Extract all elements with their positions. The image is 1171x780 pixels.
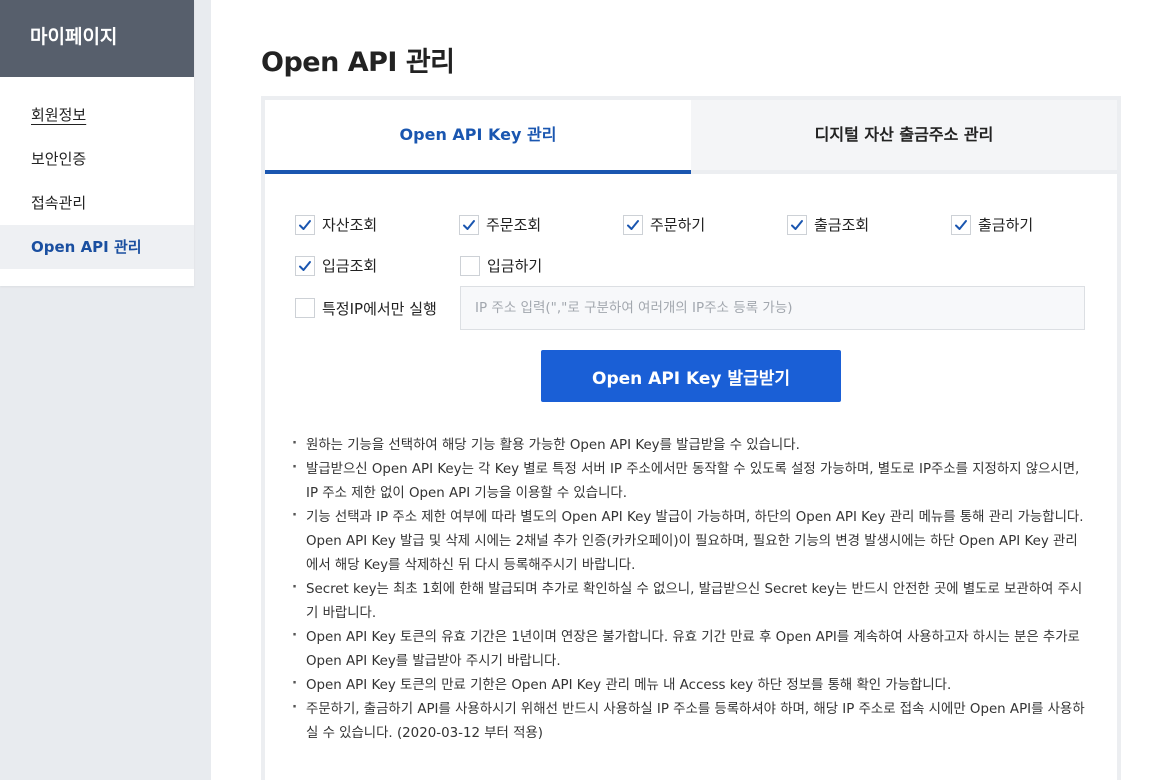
- tab-open-api-key[interactable]: Open API Key 관리: [265, 100, 691, 174]
- notice-item: 주문하기, 출금하기 API를 사용하시기 위해선 반드시 사용하실 IP 주소…: [292, 696, 1088, 746]
- checkbox-label: 입금하기: [487, 257, 543, 275]
- notice-item: 원하는 기능을 선택하여 해당 기능 활용 가능한 Open API Key를 …: [292, 432, 1088, 458]
- checkbox-box[interactable]: [787, 214, 807, 235]
- checkbox-asset-view[interactable]: 자산조회: [295, 214, 459, 235]
- sidebar-item-security[interactable]: 보안인증: [0, 137, 194, 181]
- sidebar-nav: 회원정보 보안인증 접속관리 Open API 관리: [0, 77, 194, 269]
- notice-item: 발급받으신 Open API Key는 각 Key 별로 특정 서버 IP 주소…: [292, 456, 1088, 506]
- sidebar-item-member-info[interactable]: 회원정보: [0, 93, 194, 137]
- sidebar-item-access[interactable]: 접속관리: [0, 181, 194, 225]
- checkbox-label: 자산조회: [322, 216, 378, 234]
- main-panel: Open API 관리 Open API Key 관리 디지털 자산 출금주소 …: [211, 0, 1171, 780]
- notice-item: Secret key는 최초 1회에 한해 발급되며 추가로 확인하실 수 없으…: [292, 576, 1088, 626]
- tab-bar: Open API Key 관리 디지털 자산 출금주소 관리: [265, 100, 1117, 174]
- checkbox-box[interactable]: [951, 214, 971, 235]
- sidebar-item-label: 보안인증: [31, 150, 87, 168]
- checkmark-icon: [627, 219, 639, 230]
- checkmark-icon: [791, 219, 803, 230]
- checkbox-label: 주문조회: [486, 216, 542, 234]
- checkmark-icon: [955, 219, 967, 230]
- ip-restriction-row: 특정IP에서만 실행: [295, 286, 1085, 330]
- checkbox-label: 입금조회: [322, 257, 378, 275]
- checkmark-icon: [463, 219, 475, 230]
- checkbox-box[interactable]: [295, 255, 315, 276]
- tab-withdrawal-address[interactable]: 디지털 자산 출금주소 관리: [691, 100, 1117, 174]
- checkbox-box[interactable]: [295, 298, 315, 318]
- checkbox-box[interactable]: [459, 214, 479, 235]
- checkbox-label: 출금조회: [814, 216, 870, 234]
- checkmark-icon: [299, 219, 311, 230]
- notice-item: 기능 선택과 IP 주소 제한 여부에 따라 별도의 Open API Key …: [292, 504, 1088, 578]
- checkbox-ip-restriction[interactable]: 특정IP에서만 실행: [295, 298, 460, 319]
- issue-api-key-button[interactable]: Open API Key 발급받기: [541, 350, 841, 402]
- sidebar-title: 마이페이지: [0, 0, 194, 77]
- checkbox-withdraw-view[interactable]: 출금조회: [787, 214, 951, 235]
- sidebar-item-label: 접속관리: [31, 194, 87, 212]
- checkbox-withdraw[interactable]: 출금하기: [951, 214, 1115, 235]
- permission-row: 자산조회 주문조회 주문하기 출금조회 출금하기: [295, 204, 1115, 245]
- permission-row: 입금조회 입금하기: [295, 245, 1115, 286]
- checkbox-box[interactable]: [460, 255, 480, 276]
- page-title: Open API 관리: [261, 47, 455, 78]
- checkbox-label: 출금하기: [978, 216, 1034, 234]
- api-card: Open API Key 관리 디지털 자산 출금주소 관리 자산조회 주문조회…: [261, 96, 1121, 780]
- permission-checkboxes: 자산조회 주문조회 주문하기 출금조회 출금하기 입금조회 입금하기: [295, 204, 1115, 286]
- checkbox-order-place[interactable]: 주문하기: [623, 214, 787, 235]
- checkmark-icon: [299, 260, 311, 271]
- notice-list: 원하는 기능을 선택하여 해당 기능 활용 가능한 Open API Key를 …: [292, 432, 1088, 746]
- checkbox-box[interactable]: [623, 214, 643, 235]
- sidebar: 마이페이지 회원정보 보안인증 접속관리 Open API 관리: [0, 0, 194, 286]
- ip-address-input[interactable]: [460, 286, 1085, 330]
- checkbox-deposit[interactable]: 입금하기: [460, 255, 625, 276]
- sidebar-item-label: Open API 관리: [31, 238, 142, 256]
- notice-item: Open API Key 토큰의 유효 기간은 1년이며 연장은 불가합니다. …: [292, 624, 1088, 674]
- notice-item: Open API Key 토큰의 만료 기한은 Open API Key 관리 …: [292, 672, 1088, 698]
- sidebar-item-open-api[interactable]: Open API 관리: [0, 225, 194, 269]
- checkbox-label: 주문하기: [650, 216, 706, 234]
- checkbox-order-view[interactable]: 주문조회: [459, 214, 623, 235]
- checkbox-box[interactable]: [295, 214, 315, 235]
- sidebar-item-label: 회원정보: [31, 106, 87, 124]
- checkbox-deposit-view[interactable]: 입금조회: [295, 255, 460, 276]
- checkbox-label: 특정IP에서만 실행: [322, 299, 437, 318]
